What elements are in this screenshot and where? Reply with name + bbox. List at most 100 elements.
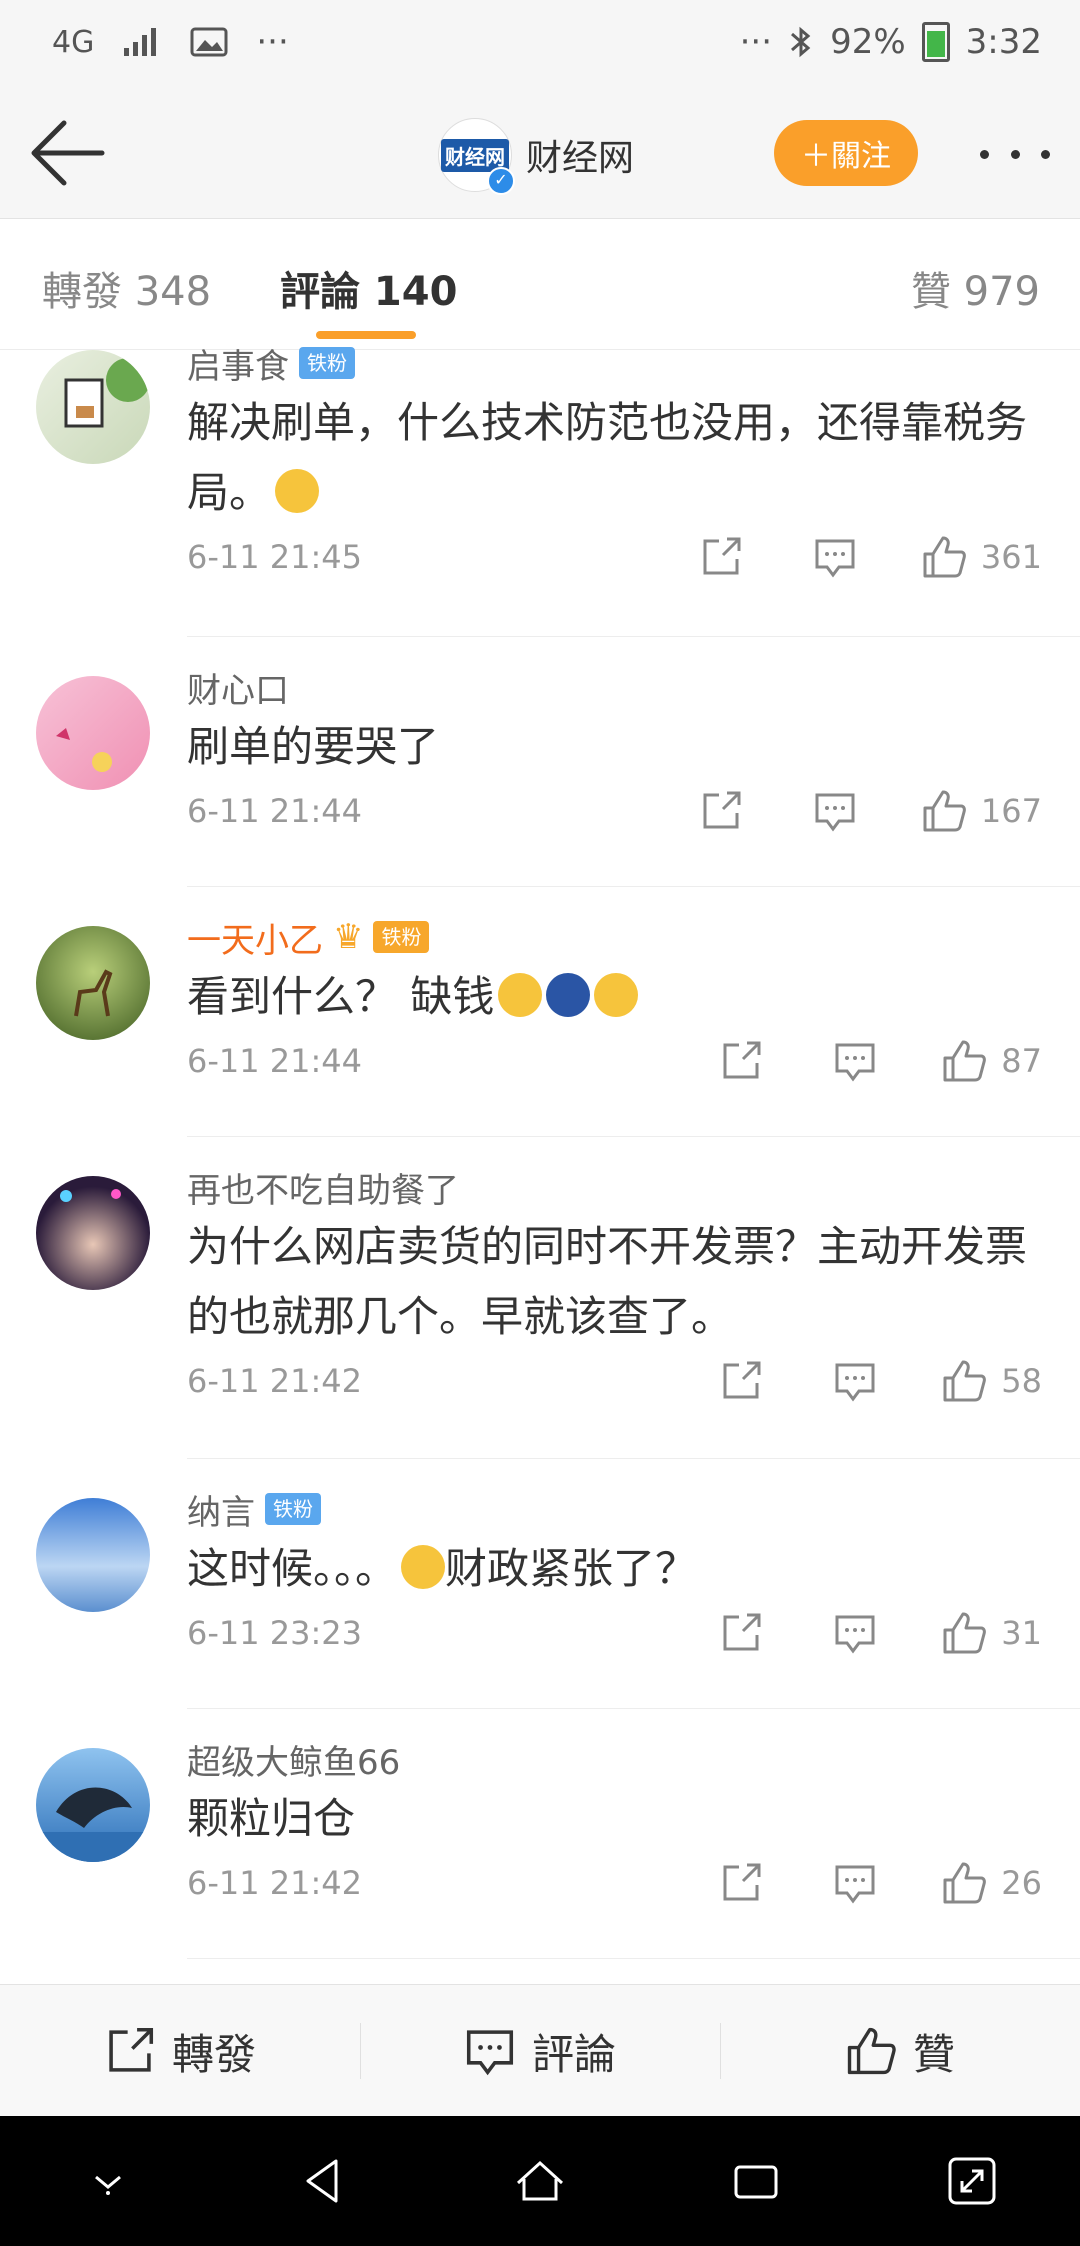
like-post-button[interactable]: 贊	[720, 1985, 1080, 2117]
thumbs-up-icon	[923, 790, 966, 832]
avatar[interactable]	[36, 350, 150, 464]
comment-text: 解决刷单，什么技术防范也没用，还得靠税务局。	[187, 398, 1028, 517]
status-bar: 4G ··· ··· 92% 3:32	[0, 0, 1080, 90]
comment-time: 6-11 21:44	[187, 1042, 363, 1080]
username[interactable]: 财心口	[187, 663, 289, 712]
share-icon[interactable]	[699, 535, 743, 579]
share-icon	[109, 2027, 154, 2072]
username[interactable]: 再也不吃自助餐了	[187, 1163, 459, 1212]
reply-icon[interactable]	[813, 789, 857, 833]
emoji-icon	[498, 973, 543, 1017]
like-button[interactable]: 31	[941, 1610, 1042, 1656]
account-name: 财经网	[526, 138, 635, 179]
username[interactable]: 超级大鲸鱼66	[187, 1735, 400, 1784]
system-navigation-bar	[0, 2116, 1080, 2246]
comment-text: 为什么网店卖货的同时不开发票？主动开发票的也就那几个。早就该查了。	[187, 1222, 1028, 1341]
divider	[187, 1958, 1080, 1959]
like-count: 361	[980, 538, 1042, 576]
thumbs-up-icon	[943, 1360, 987, 1402]
expand-icon[interactable]	[944, 2153, 1000, 2209]
like-button[interactable]: 26	[941, 1860, 1042, 1906]
comment-time: 6-11 23:23	[187, 1614, 363, 1652]
nav-bar: 财经网 ✓ 财经网 ＋關注	[0, 90, 1080, 219]
repost-button[interactable]: 轉發	[0, 1985, 360, 2117]
share-icon[interactable]	[719, 1861, 763, 1905]
chevron-down-icon[interactable]	[80, 2153, 136, 2209]
reply-icon[interactable]	[833, 1359, 877, 1403]
home-icon[interactable]	[512, 2153, 568, 2209]
comment-label: 評論	[531, 2029, 616, 2079]
image-icon	[190, 27, 228, 57]
clock: 3:32	[965, 22, 1042, 62]
follow-button[interactable]: ＋關注	[774, 120, 918, 186]
crown-icon: ♛	[333, 917, 364, 957]
like-count: 58	[1001, 1362, 1042, 1400]
comment-time: 6-11 21:44	[187, 792, 363, 830]
like-button[interactable]: 87	[941, 1038, 1042, 1084]
status-more-right: ···	[739, 22, 773, 62]
fan-badge: 铁粉	[299, 347, 355, 379]
thumbs-up-icon	[923, 536, 966, 578]
comment-button[interactable]: 評論	[360, 1985, 720, 2117]
divider	[187, 636, 1080, 637]
comment-text: 颗粒归仓	[187, 1794, 356, 1843]
reply-icon[interactable]	[813, 535, 857, 579]
account-header[interactable]: 财经网 ✓ 财经网	[438, 118, 635, 195]
tab-likes[interactable]: 贊 979	[911, 259, 1040, 317]
avatar[interactable]	[36, 1498, 150, 1612]
thumbs-up-icon	[943, 1040, 987, 1082]
battery-icon	[921, 22, 950, 62]
comment-text: 这时候。。。 财政紧张了？	[187, 1544, 698, 1593]
reply-icon[interactable]	[833, 1039, 877, 1083]
reply-icon[interactable]	[833, 1861, 877, 1905]
fan-badge: 铁粉	[373, 921, 430, 953]
like-count: 87	[1001, 1042, 1042, 1080]
comment-text: 看到什么？ 缺钱	[187, 962, 1042, 1032]
divider	[187, 1708, 1080, 1709]
share-icon[interactable]	[719, 1039, 763, 1083]
thumbs-up-icon	[943, 1612, 987, 1654]
like-count: 26	[1001, 1864, 1042, 1902]
tab-bar: 轉發 348 評論 140 贊 979	[0, 219, 1080, 350]
comment-icon	[466, 2030, 514, 2076]
tab-reposts[interactable]: 轉發 348	[42, 259, 211, 317]
like-button[interactable]: 361	[921, 534, 1042, 580]
back-icon[interactable]	[296, 2153, 352, 2209]
share-icon[interactable]	[719, 1359, 763, 1403]
repost-label: 轉發	[171, 2029, 256, 2079]
like-button[interactable]: 58	[941, 1358, 1042, 1404]
avatar[interactable]	[36, 676, 150, 790]
thumbs-up-icon	[847, 2027, 896, 2075]
comment-time: 6-11 21:42	[187, 1864, 363, 1902]
share-icon[interactable]	[699, 789, 743, 833]
divider	[187, 886, 1080, 887]
reply-icon[interactable]	[833, 1611, 877, 1655]
network-indicator: 4G	[52, 24, 95, 60]
avatar[interactable]	[36, 1176, 150, 1290]
verified-icon: ✓	[487, 167, 515, 195]
recent-apps-icon[interactable]	[728, 2153, 784, 2209]
tab-comments[interactable]: 評論 140	[280, 259, 457, 317]
emoji-icon	[594, 973, 639, 1017]
like-label: 贊	[912, 2029, 955, 2079]
emoji-icon	[546, 973, 591, 1017]
thumbs-up-icon	[943, 1862, 987, 1904]
bottom-action-bar: 轉發 評論 贊	[0, 1984, 1080, 2117]
fan-badge: 铁粉	[265, 1493, 321, 1525]
bluetooth-icon	[791, 26, 811, 58]
divider	[187, 1458, 1080, 1459]
like-button[interactable]: 167	[921, 788, 1042, 834]
username[interactable]: 启事食	[187, 339, 289, 388]
avatar[interactable]	[36, 926, 150, 1040]
status-more-left: ···	[256, 22, 289, 62]
username[interactable]: 纳言	[187, 1485, 255, 1534]
avatar[interactable]	[36, 1748, 150, 1862]
username[interactable]: 一天小乙	[187, 913, 323, 962]
back-arrow-icon[interactable]	[28, 118, 108, 188]
like-count: 31	[1001, 1614, 1042, 1652]
account-avatar: 财经网 ✓	[438, 118, 515, 195]
signal-icon	[124, 28, 157, 56]
comment-text: 刷单的要哭了	[187, 722, 440, 771]
share-icon[interactable]	[719, 1611, 763, 1655]
more-options-icon[interactable]	[980, 136, 1050, 172]
